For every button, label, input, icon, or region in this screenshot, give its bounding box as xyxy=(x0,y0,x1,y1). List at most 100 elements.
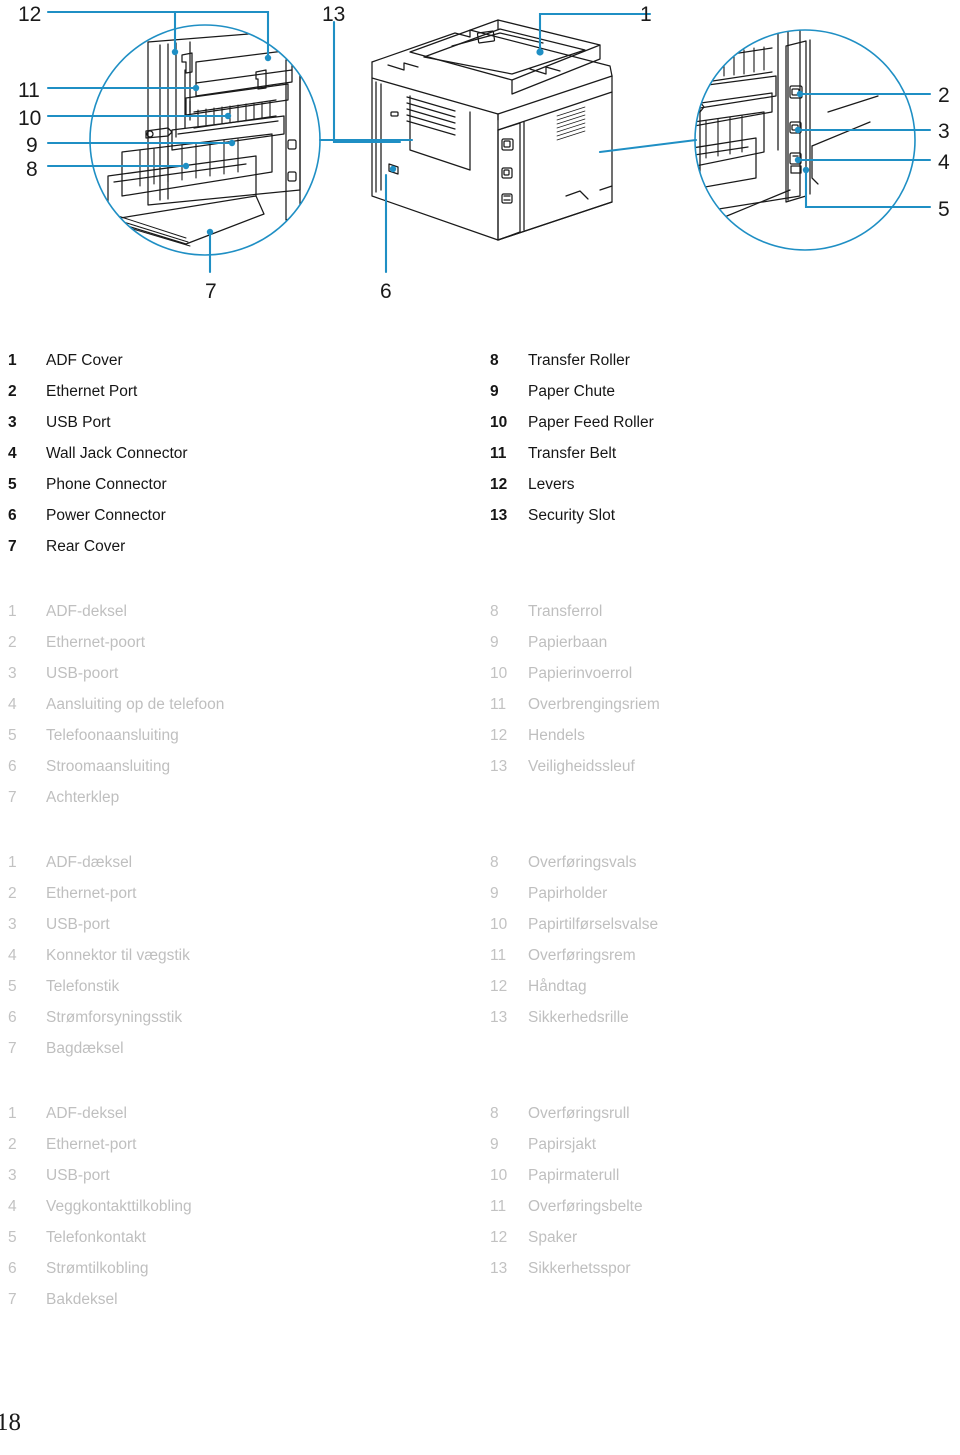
legend-item-label: Transfer Roller xyxy=(528,352,630,369)
legend-item-label: Paper Feed Roller xyxy=(528,414,654,431)
legend-item-number: 4 xyxy=(8,1198,17,1215)
legend-row: 13 Security Slot xyxy=(490,500,950,531)
legend-item-label: Phone Connector xyxy=(46,476,167,493)
legend-column-left: 1 ADF Cover 2 Ethernet Port 3 USB Port 4 Wall J… xyxy=(8,345,468,562)
legend-item-number: 8 xyxy=(490,854,499,871)
legend-item-label: Strømforsyningsstik xyxy=(46,1009,183,1026)
legend-item-label: Achterklep xyxy=(46,789,120,806)
legend-row: 9 Papirholder xyxy=(490,878,950,909)
legend-item-number: 1 xyxy=(8,352,17,369)
callout-number-3: 3 xyxy=(938,120,950,143)
legend-row: 7 Achterklep xyxy=(8,782,468,813)
legend-item-label: Security Slot xyxy=(528,507,616,524)
legend-item-label: Transferrol xyxy=(528,603,603,620)
legend-row: 6 Strømtilkobling xyxy=(8,1253,468,1284)
legend-item-number: 9 xyxy=(490,885,499,902)
printer-rear-view-figure: 12 13 1 11 10 9 8 2 3 4 5 7 6 xyxy=(0,0,960,320)
legend-row: 3 USB-port xyxy=(8,909,468,940)
legend-item-number: 11 xyxy=(490,696,507,713)
legend-item-label: Ethernet-port xyxy=(46,885,137,902)
legend-row: 2 Ethernet-port xyxy=(8,878,468,909)
legend-item-label: Power Connector xyxy=(46,507,166,524)
legend-item-label: ADF-dæksel xyxy=(46,854,133,871)
legend-row: 8 Transferrol xyxy=(490,596,950,627)
callout-number-12: 12 xyxy=(18,3,42,26)
legend-row: 4 Konnektor til vægstik xyxy=(8,940,468,971)
legend-item-number: 13 xyxy=(490,507,508,524)
legend-item-label: Aansluiting op de telefoon xyxy=(46,696,225,713)
legend-item-label: Papierinvoerrol xyxy=(528,665,633,682)
legend-item-number: 5 xyxy=(8,476,17,493)
legend-item-label: Overføringsrull xyxy=(528,1105,630,1122)
page-number: 18 xyxy=(0,1409,21,1436)
legend-item-label: Levers xyxy=(528,476,575,493)
callout-number-4: 4 xyxy=(938,151,950,174)
legend-item-label: Overføringsbelte xyxy=(528,1198,643,1215)
legend-item-number: 3 xyxy=(8,414,17,431)
legend-item-label: Telefonstik xyxy=(46,978,120,995)
legend-item-number: 3 xyxy=(8,1167,17,1184)
legend-column-right: 8 Transferrol 9 Papierbaan 10 Papierinvoerrol… xyxy=(490,596,950,782)
legend-item-number: 13 xyxy=(490,1260,508,1277)
legend-item-number: 7 xyxy=(8,1291,17,1308)
legend-row: 10 Papirtilførselsvalse xyxy=(490,909,950,940)
legend-item-label: Papirholder xyxy=(528,885,608,902)
legend-item-number: 5 xyxy=(8,1229,17,1246)
legend-item-number: 9 xyxy=(490,1136,499,1153)
legend-item-number: 6 xyxy=(8,1260,17,1277)
legend-item-number: 13 xyxy=(490,758,508,775)
legend-item-label: Veiligheidssleuf xyxy=(528,758,635,775)
legend-item-label: Sikkerhedsrille xyxy=(528,1009,629,1026)
legend-item-number: 10 xyxy=(490,665,508,682)
legend-item-number: 2 xyxy=(8,1136,17,1153)
legend-item-number: 4 xyxy=(8,947,17,964)
legend-block-nederlands: 1 ADF-deksel 2 Ethernet-poort 3 USB-poort 4 Aan… xyxy=(0,596,960,813)
legend-block-norsk: 1 ADF-deksel 2 Ethernet-port 3 USB-port 4 Veggk… xyxy=(0,1098,960,1315)
legend-item-label: Hendels xyxy=(528,727,585,744)
legend-row: 5 Telefoonaansluiting xyxy=(8,720,468,751)
legend-item-label: Strømtilkobling xyxy=(46,1260,149,1277)
legend-item-label: ADF-deksel xyxy=(46,603,127,620)
legend-item-label: USB-poort xyxy=(46,665,119,682)
legend-column-right: 8 Overføringsvals 9 Papirholder 10 Papirtilfø… xyxy=(490,847,950,1033)
legend-row: 3 USB Port xyxy=(8,407,468,438)
legend-item-label: USB-port xyxy=(46,916,110,933)
legend-row: 2 Ethernet-port xyxy=(8,1129,468,1160)
legend-item-number: 6 xyxy=(8,1009,17,1026)
legend-item-label: Bakdeksel xyxy=(46,1291,118,1308)
legend-item-label: Paper Chute xyxy=(528,383,616,400)
legend-row: 5 Telefonkontakt xyxy=(8,1222,468,1253)
legend-item-label: USB Port xyxy=(46,414,111,431)
legend-item-number: 12 xyxy=(490,727,508,744)
legend-item-number: 12 xyxy=(490,476,508,493)
legend-row: 1 ADF-deksel xyxy=(8,1098,468,1129)
legend-row: 3 USB-port xyxy=(8,1160,468,1191)
legend-row: 6 Stroomaansluiting xyxy=(8,751,468,782)
legend-column-left: 1 ADF-deksel 2 Ethernet-poort 3 USB-poort 4 Aan… xyxy=(8,596,468,813)
legend-item-label: Ethernet-port xyxy=(46,1136,137,1153)
legend-item-label: Papirsjakt xyxy=(528,1136,597,1153)
legend-item-label: Sikkerhetsspor xyxy=(528,1260,631,1277)
legend-item-number: 2 xyxy=(8,885,17,902)
legend-row: 10 Papirmaterull xyxy=(490,1160,950,1191)
legend-item-number: 7 xyxy=(8,538,17,555)
callout-number-2: 2 xyxy=(938,84,950,107)
legend-item-label: Stroomaansluiting xyxy=(46,758,171,775)
legend-item-number: 11 xyxy=(490,947,507,964)
printer-body-drawing xyxy=(371,19,613,241)
legend-item-number: 6 xyxy=(8,507,17,524)
legend-item-label: USB-port xyxy=(46,1167,110,1184)
legend-item-number: 1 xyxy=(8,854,17,871)
legend-item-number: 10 xyxy=(490,414,508,431)
legend-item-label: Telefoonaansluiting xyxy=(46,727,179,744)
legend-row: 10 Paper Feed Roller xyxy=(490,407,950,438)
legend-row: 2 Ethernet Port xyxy=(8,376,468,407)
legend-item-label: Telefonkontakt xyxy=(46,1229,146,1246)
legend-item-number: 12 xyxy=(490,1229,508,1246)
callout-number-5: 5 xyxy=(938,198,950,221)
legend-block-english: 1 ADF Cover 2 Ethernet Port 3 USB Port 4 Wall J… xyxy=(0,345,960,562)
legend-item-number: 7 xyxy=(8,1040,17,1057)
legend-item-label: Transfer Belt xyxy=(528,445,617,462)
callout-number-11: 11 xyxy=(18,79,40,102)
legend-item-label: Veggkontakttilkobling xyxy=(46,1198,192,1215)
